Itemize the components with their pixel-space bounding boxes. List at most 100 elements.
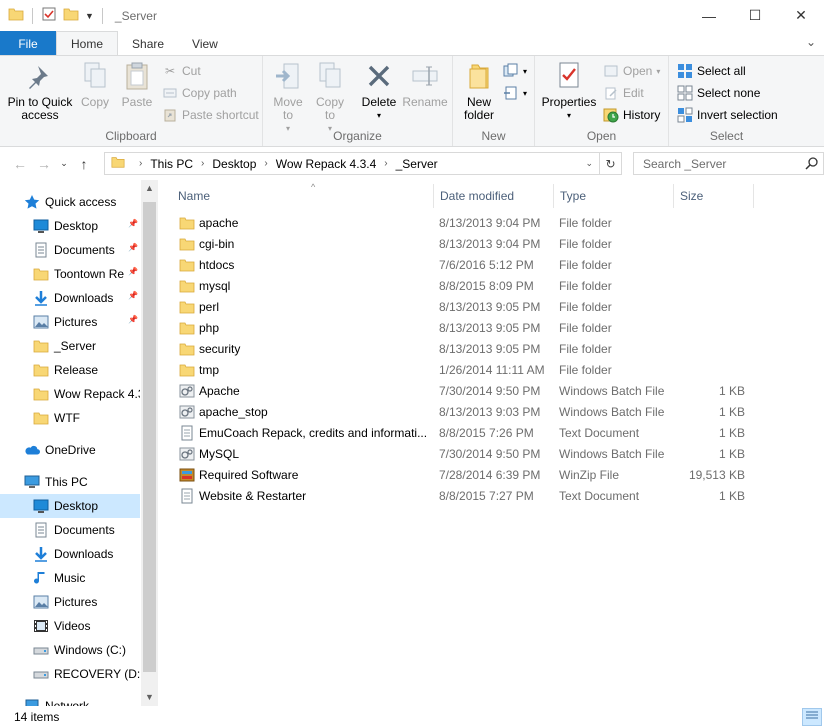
- open-group-label: Open: [586, 129, 617, 143]
- new-folder-icon[interactable]: [63, 6, 79, 25]
- chevron-right-icon[interactable]: ›: [264, 158, 267, 169]
- back-icon[interactable]: ←: [8, 156, 32, 172]
- nav-item-network[interactable]: Network: [0, 694, 140, 706]
- file-type: Windows Batch File: [559, 405, 665, 419]
- copy-path-button[interactable]: Copy path: [162, 83, 237, 103]
- nav-item-documents[interactable]: Documents 📌: [0, 238, 140, 262]
- up-icon[interactable]: ↑: [72, 156, 96, 172]
- nav-item-wtf[interactable]: WTF: [0, 406, 140, 430]
- new-folder-button[interactable]: New folder: [459, 60, 499, 122]
- nav-item-desktop[interactable]: Desktop 📌: [0, 214, 140, 238]
- refresh-button[interactable]: ↻: [600, 152, 622, 175]
- breadcrumb-this-pc[interactable]: This PC: [150, 157, 193, 171]
- paste-button[interactable]: Paste: [116, 60, 158, 109]
- nav-item-quick-access[interactable]: Quick access: [0, 190, 140, 214]
- file-type: File folder: [559, 321, 612, 335]
- close-button[interactable]: ✕: [778, 0, 824, 31]
- invert-selection-button[interactable]: Invert selection: [677, 105, 778, 125]
- file-row[interactable]: Required Software 7/28/2014 6:39 PM WinZip…: [176, 465, 756, 486]
- history-button[interactable]: History: [603, 105, 660, 125]
- pictures-icon: [33, 594, 49, 610]
- nav-item-release[interactable]: Release: [0, 358, 140, 382]
- batch-icon: [179, 404, 195, 420]
- nav-item-server[interactable]: _Server: [0, 334, 140, 358]
- search-input[interactable]: Search _Server: [633, 152, 824, 175]
- delete-icon: [363, 60, 395, 92]
- nav-item-music[interactable]: Music: [0, 566, 140, 590]
- nav-item-this-pc[interactable]: This PC: [0, 470, 140, 494]
- nav-item-toontown-re[interactable]: Toontown Re 📌: [0, 262, 140, 286]
- column-name[interactable]: Name ^: [172, 182, 434, 208]
- recent-locations-icon[interactable]: ⌄: [56, 158, 72, 169]
- nav-item-downloads[interactable]: Downloads 📌: [0, 286, 140, 310]
- nav-scrollbar[interactable]: ▲ ▼: [141, 180, 158, 706]
- forward-icon[interactable]: →: [32, 156, 56, 172]
- nav-item-onedrive[interactable]: OneDrive: [0, 438, 140, 462]
- file-row[interactable]: Website & Restarter 8/8/2015 7:27 PM Text …: [176, 486, 756, 507]
- properties-check-icon[interactable]: [41, 6, 57, 25]
- pin-to-quick-access-button[interactable]: Pin to Quick access: [6, 60, 74, 122]
- nav-item-pictures[interactable]: Pictures 📌: [0, 310, 140, 334]
- column-size[interactable]: Size: [674, 184, 754, 208]
- file-row[interactable]: tmp 1/26/2014 11:11 AM File folder: [176, 360, 756, 381]
- customize-qat-icon[interactable]: ▼: [85, 11, 94, 21]
- breadcrumb-server[interactable]: _Server: [396, 157, 438, 171]
- new-item-button[interactable]: ▾: [503, 61, 527, 81]
- tab-home[interactable]: Home: [56, 31, 119, 56]
- rename-button[interactable]: Rename: [401, 60, 449, 109]
- nav-item-wow-repack-4-3[interactable]: Wow Repack 4.3: [0, 382, 140, 406]
- nav-item-desktop[interactable]: Desktop: [0, 494, 140, 518]
- column-type[interactable]: Type: [554, 184, 674, 208]
- file-name: mysql: [199, 279, 231, 293]
- scroll-thumb[interactable]: [143, 202, 156, 672]
- file-row[interactable]: htdocs 7/6/2016 5:12 PM File folder: [176, 255, 756, 276]
- scroll-up-icon[interactable]: ▲: [141, 180, 158, 197]
- select-none-button[interactable]: Select none: [677, 83, 760, 103]
- minimize-button[interactable]: —: [686, 0, 732, 31]
- scroll-down-icon[interactable]: ▼: [141, 689, 158, 706]
- breadcrumb-desktop[interactable]: Desktop: [212, 157, 256, 171]
- details-view-button[interactable]: [802, 708, 822, 726]
- address-dropdown-icon[interactable]: ⌄: [585, 158, 593, 169]
- edit-button[interactable]: Edit: [603, 83, 644, 103]
- file-type: WinZip File: [559, 468, 620, 482]
- file-row[interactable]: apache_stop 8/13/2013 9:03 PM Windows Batc…: [176, 402, 756, 423]
- chevron-right-icon[interactable]: ›: [201, 158, 204, 169]
- file-row[interactable]: mysql 8/8/2015 8:09 PM File folder: [176, 276, 756, 297]
- tab-view[interactable]: View: [178, 31, 232, 56]
- copy-to-button[interactable]: Copy to ▾: [310, 60, 350, 135]
- file-row[interactable]: apache 8/13/2013 9:04 PM File folder: [176, 213, 756, 234]
- file-row[interactable]: cgi-bin 8/13/2013 9:04 PM File folder: [176, 234, 756, 255]
- expand-ribbon-icon[interactable]: ⌄: [806, 35, 816, 49]
- cut-label: Cut: [182, 64, 201, 78]
- delete-button[interactable]: Delete ▾: [359, 60, 399, 122]
- cut-button[interactable]: ✂ Cut: [162, 61, 201, 81]
- properties-button[interactable]: Properties ▾: [541, 60, 597, 122]
- nav-item-pictures[interactable]: Pictures: [0, 590, 140, 614]
- file-row[interactable]: security 8/13/2013 9:05 PM File folder: [176, 339, 756, 360]
- file-row[interactable]: EmuCoach Repack, credits and informati..…: [176, 423, 756, 444]
- file-row[interactable]: perl 8/13/2013 9:05 PM File folder: [176, 297, 756, 318]
- nav-item-windows-c[interactable]: Windows (C:): [0, 638, 140, 662]
- chevron-right-icon[interactable]: ›: [384, 158, 387, 169]
- easy-access-button[interactable]: ▾: [503, 83, 527, 103]
- file-type: File folder: [559, 363, 612, 377]
- nav-item-documents[interactable]: Documents: [0, 518, 140, 542]
- move-to-button[interactable]: Move to ▾: [268, 60, 308, 135]
- tab-share[interactable]: Share: [118, 31, 178, 56]
- file-row[interactable]: MySQL 7/30/2014 9:50 PM Windows Batch File…: [176, 444, 756, 465]
- open-button[interactable]: Open ▾: [603, 61, 660, 81]
- breadcrumb-wow-repack[interactable]: Wow Repack 4.3.4: [276, 157, 377, 171]
- file-row[interactable]: Apache 7/30/2014 9:50 PM Windows Batch Fil…: [176, 381, 756, 402]
- nav-item-videos[interactable]: Videos: [0, 614, 140, 638]
- column-date-modified[interactable]: Date modified: [434, 184, 554, 208]
- paste-shortcut-button[interactable]: Paste shortcut: [162, 105, 259, 125]
- copy-button[interactable]: Copy: [74, 60, 116, 109]
- nav-item-downloads[interactable]: Downloads: [0, 542, 140, 566]
- maximize-button[interactable]: ☐: [732, 0, 778, 31]
- select-all-button[interactable]: Select all: [677, 61, 746, 81]
- address-bar[interactable]: › This PC › Desktop › Wow Repack 4.3.4 ›…: [104, 152, 600, 175]
- nav-item-recovery-d[interactable]: RECOVERY (D:): [0, 662, 140, 686]
- file-row[interactable]: php 8/13/2013 9:05 PM File folder: [176, 318, 756, 339]
- tab-file[interactable]: File: [0, 31, 56, 56]
